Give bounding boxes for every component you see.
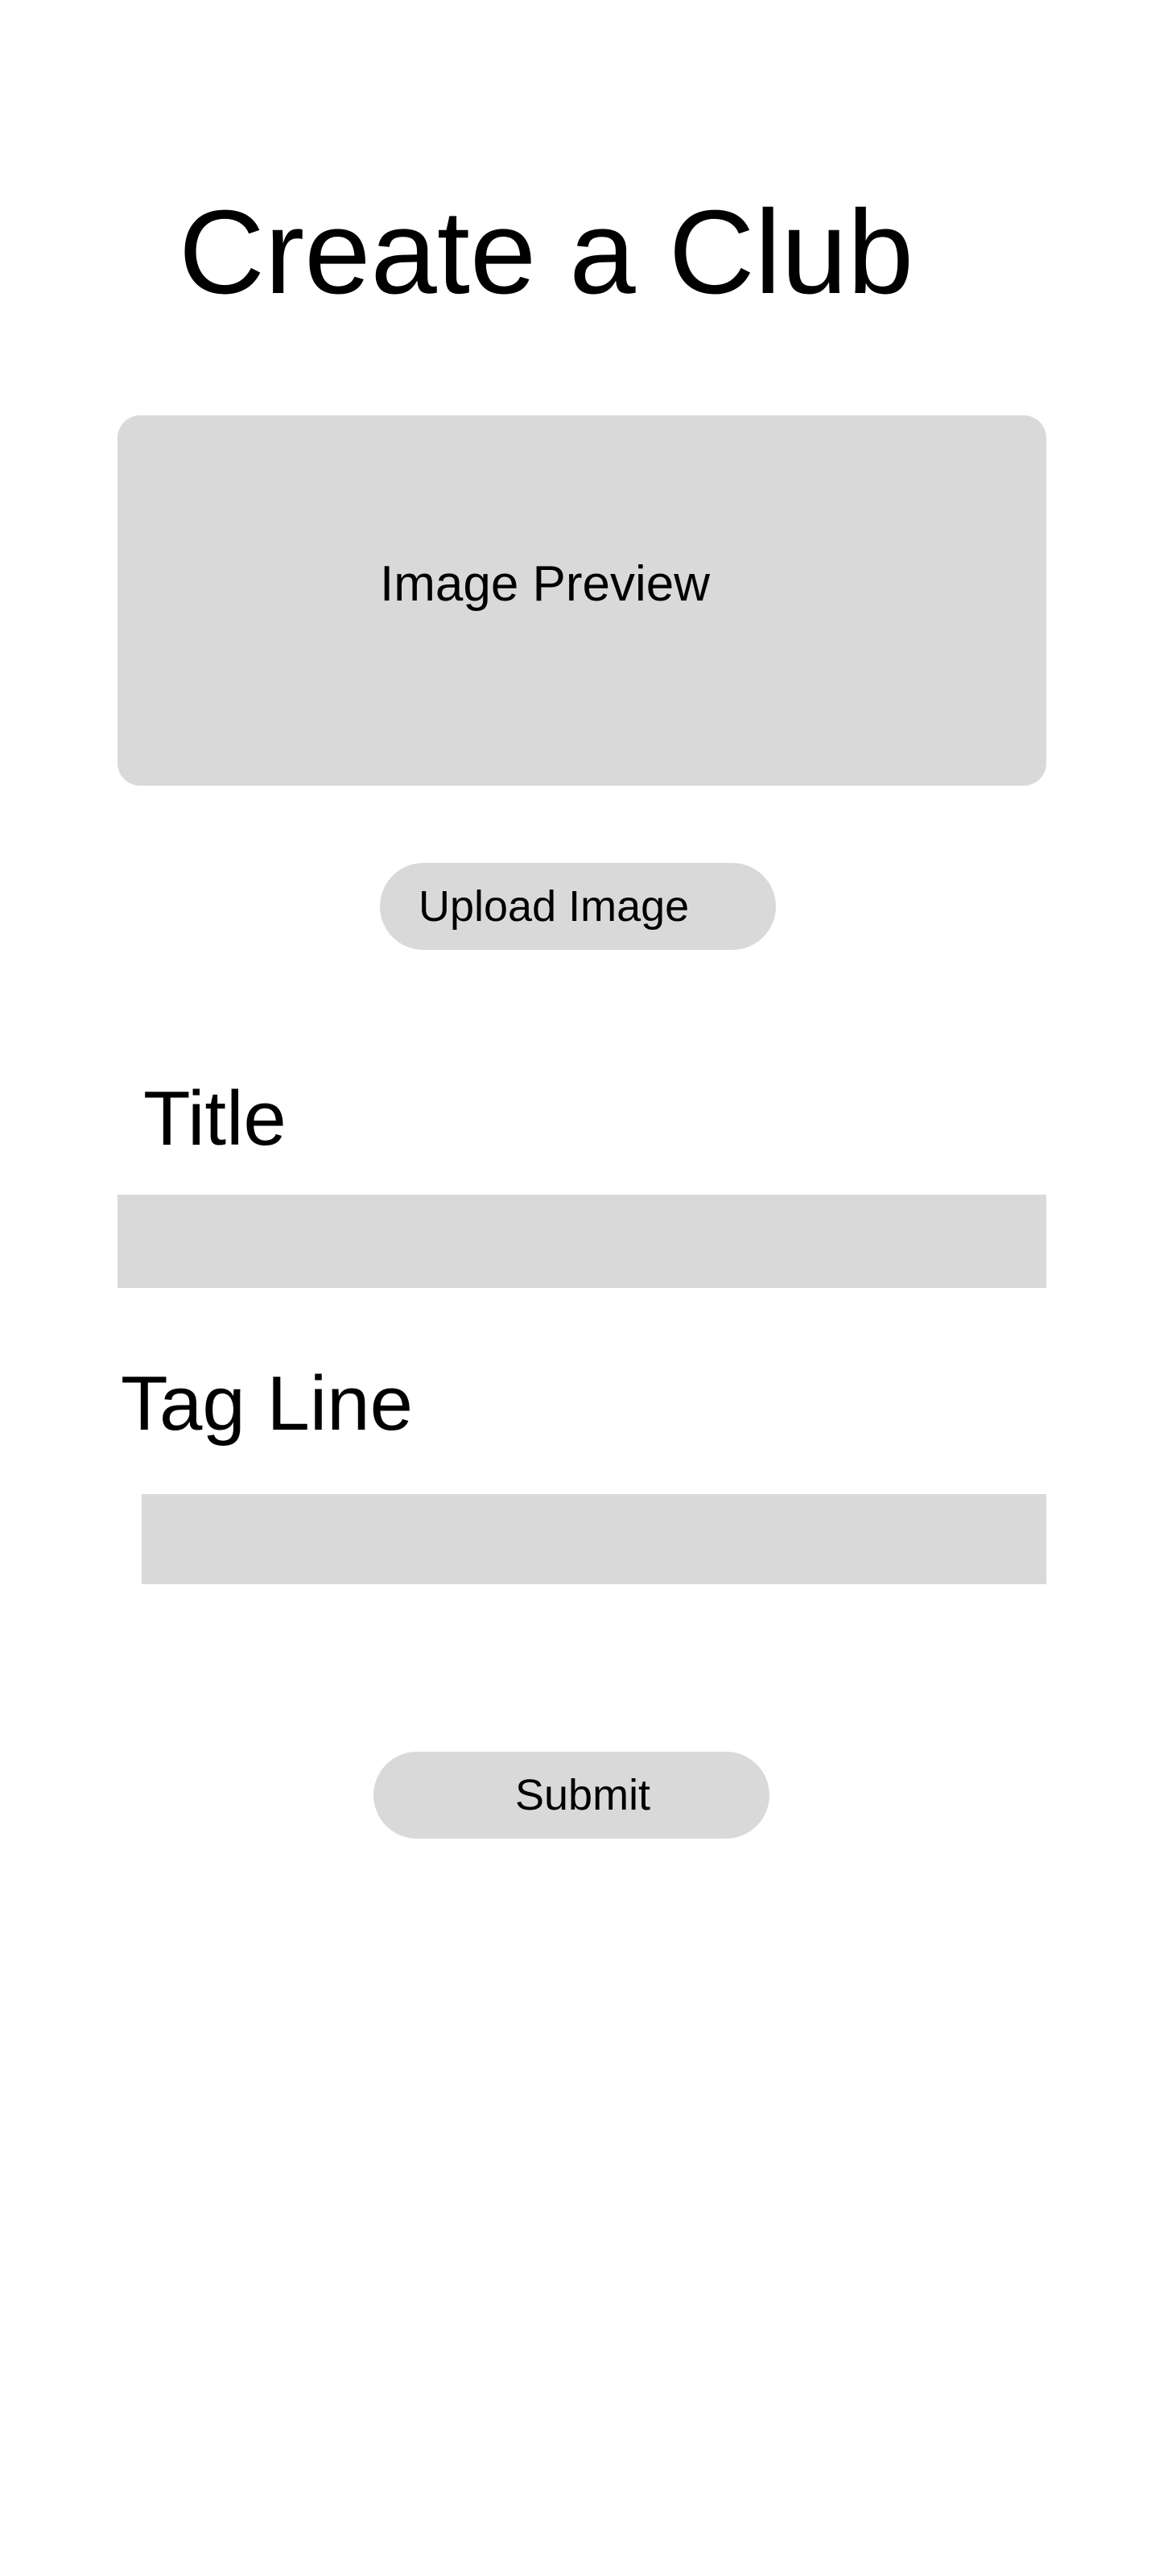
tagline-label: Tag Line xyxy=(121,1360,413,1447)
submit-button[interactable]: Submit xyxy=(373,1752,769,1839)
image-preview-label: Image Preview xyxy=(380,556,711,612)
upload-image-button[interactable]: Upload Image xyxy=(380,863,776,950)
title-input[interactable] xyxy=(118,1195,1046,1288)
title-label: Title xyxy=(143,1075,287,1162)
tagline-input[interactable] xyxy=(142,1494,1046,1584)
page-title: Create a Club xyxy=(179,186,914,319)
image-preview: Image Preview xyxy=(118,415,1046,786)
